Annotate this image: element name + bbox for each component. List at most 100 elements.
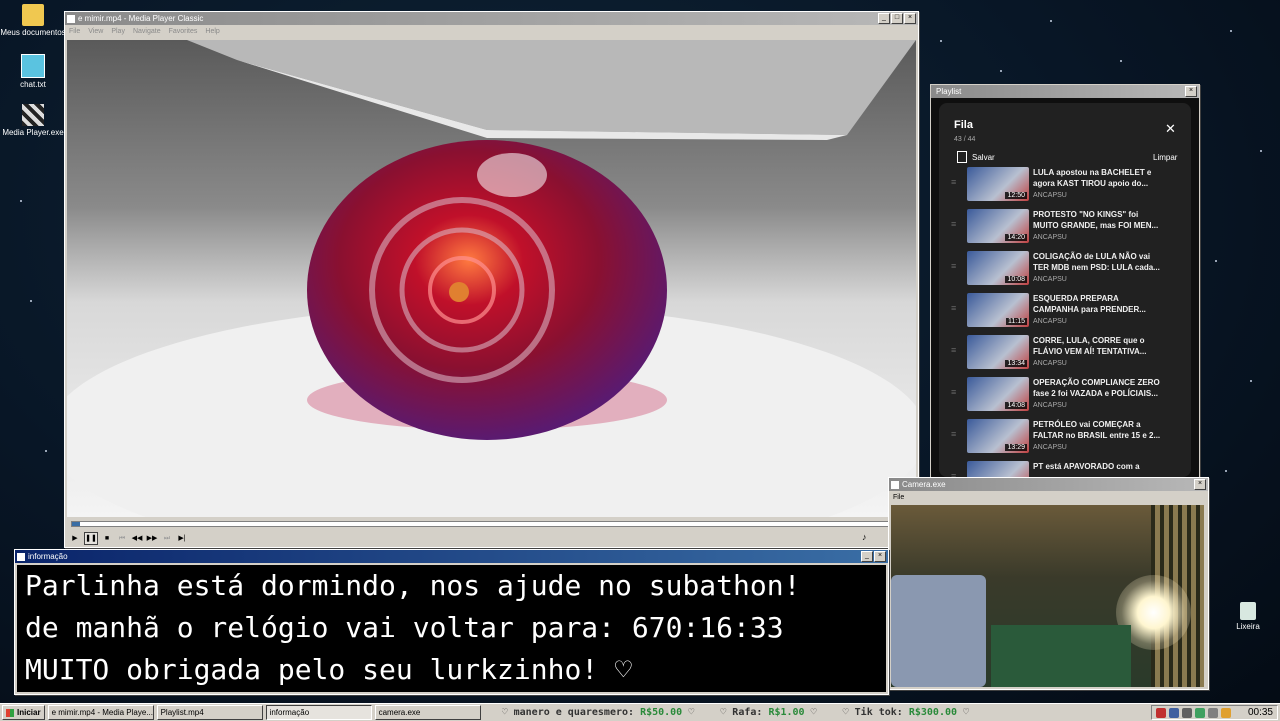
next-chapter-button[interactable]: ⏭ xyxy=(161,533,173,544)
playlist-titlebar[interactable]: Playlist × xyxy=(931,85,1199,98)
video-thumbnail: 10:08 xyxy=(967,251,1029,285)
desktop-icon-recycle-bin[interactable]: Lixeira xyxy=(1215,602,1280,631)
menu-navigate[interactable]: Navigate xyxy=(133,28,161,35)
tray-app-icon[interactable] xyxy=(1220,707,1231,718)
video-thumbnail: 14:08 xyxy=(967,377,1029,411)
volume-icon[interactable]: ♪ xyxy=(862,532,867,542)
save-button[interactable]: Salvar xyxy=(957,151,995,163)
drag-handle-icon[interactable]: ≡ xyxy=(951,429,956,439)
seek-bar[interactable] xyxy=(71,521,913,527)
drag-handle-icon[interactable]: ≡ xyxy=(951,261,956,271)
recycle-bin-icon xyxy=(1240,602,1256,620)
menu-play[interactable]: Play xyxy=(111,28,125,35)
tray-app-icon[interactable] xyxy=(1181,707,1192,718)
desktop-icon-chat[interactable]: chat.txt xyxy=(0,54,66,89)
desktop-icon-documents[interactable]: Meus documentos xyxy=(0,4,66,37)
info-content: Parlinha está dormindo, nos ajude no sub… xyxy=(17,565,886,692)
camera-window[interactable]: Camera.exe × File xyxy=(888,477,1209,690)
camera-menu-file[interactable]: File xyxy=(893,494,904,501)
taskbar: Iniciar e mimir.mp4 - Media Playe... Pla… xyxy=(0,703,1280,721)
notepad-icon xyxy=(21,54,45,78)
forward-button[interactable]: ▶▶ xyxy=(146,533,158,544)
info-line-2: de manhã o relógio vai voltar para: 670:… xyxy=(25,611,784,644)
media-player-window[interactable]: e mimir.mp4 - Media Player Classic _ □ ×… xyxy=(64,11,919,548)
drag-handle-icon[interactable]: ≡ xyxy=(951,387,956,397)
video-thumbnail: 14:20 xyxy=(967,209,1029,243)
playlist-item[interactable]: ≡ 14:08 OPERAÇÃO COMPLIANCE ZERO fase 2 … xyxy=(951,377,1181,415)
media-player-titlebar[interactable]: e mimir.mp4 - Media Player Classic _ □ × xyxy=(65,12,918,25)
task-camera[interactable]: camera.exe xyxy=(374,705,481,720)
video-thumbnail xyxy=(967,461,1029,477)
taskbar-clock[interactable]: 00:35 xyxy=(1248,707,1273,718)
video-frame[interactable] xyxy=(67,40,916,517)
info-window[interactable]: informação _ × Parlinha está dormindo, n… xyxy=(14,549,889,695)
media-player-title: e mimir.mp4 - Media Player Classic xyxy=(78,14,204,23)
camera-titlebar[interactable]: Camera.exe × xyxy=(889,478,1208,491)
desktop-icon-media-player[interactable]: Media Player.exe xyxy=(0,104,66,137)
tray-app-icon[interactable] xyxy=(1194,707,1205,718)
start-button[interactable]: Iniciar xyxy=(2,705,45,720)
menu-view[interactable]: View xyxy=(88,28,103,35)
info-app-icon xyxy=(17,552,25,561)
playlist-item[interactable]: ≡ 13:34 CORRE, LULA, CORRE que o FLÁVIO … xyxy=(951,335,1181,373)
playlist-close-icon[interactable]: ✕ xyxy=(1165,121,1176,137)
task-media-player[interactable]: e mimir.mp4 - Media Playe... xyxy=(47,705,154,720)
prev-chapter-button[interactable]: ⏮ xyxy=(116,533,128,544)
close-button[interactable]: × xyxy=(904,13,916,24)
donation-item: ♡ Tik tok: R$300.00 ♡ xyxy=(842,707,970,718)
pause-button[interactable]: ❚❚ xyxy=(84,532,98,545)
drag-handle-icon[interactable]: ≡ xyxy=(951,177,956,187)
tray-volume-icon[interactable] xyxy=(1207,707,1218,718)
info-minimize-button[interactable]: _ xyxy=(861,551,873,562)
camera-bed xyxy=(891,575,986,687)
tray-network-icon[interactable] xyxy=(1168,707,1179,718)
info-close-button[interactable]: × xyxy=(874,551,886,562)
playlist-item[interactable]: ≡ 10:08 COLIGAÇÃO de LULA NÃO vai TER MD… xyxy=(951,251,1181,289)
camera-close-button[interactable]: × xyxy=(1194,479,1206,490)
donation-ticker: ♡ manero e quaresmero: R$50.00 ♡ ♡ Rafa:… xyxy=(502,707,1151,718)
drag-handle-icon[interactable]: ≡ xyxy=(951,345,956,355)
menu-favorites[interactable]: Favorites xyxy=(169,28,198,35)
tray-app-icon[interactable] xyxy=(1155,707,1166,718)
playback-controls: ▶ ❚❚ ■ ⏮ ◀◀ ▶▶ ⏭ ▶| xyxy=(69,532,191,545)
playlist-close-button[interactable]: × xyxy=(1185,86,1197,97)
donation-item: ♡ manero e quaresmero: R$50.00 ♡ xyxy=(501,707,695,718)
menu-file[interactable]: File xyxy=(69,28,80,35)
task-playlist[interactable]: Playlist.mp4 xyxy=(156,705,263,720)
camera-feed xyxy=(891,505,1204,687)
info-line-3: MUITO obrigada pelo seu lurkzinho! ♡ xyxy=(25,653,632,686)
playlist-count: 43 / 44 xyxy=(954,136,976,143)
drag-handle-icon[interactable]: ≡ xyxy=(951,303,956,313)
seek-bar-fill xyxy=(72,522,81,526)
playlist-item[interactable]: ≡ 13:29 PETRÓLEO vai COMEÇAR a FALTAR no… xyxy=(951,419,1181,457)
system-tray: 00:35 xyxy=(1150,705,1278,720)
video-content xyxy=(67,40,916,517)
folder-icon xyxy=(22,4,44,26)
rewind-button[interactable]: ◀◀ xyxy=(131,533,143,544)
playlist-item[interactable]: ≡ 14:20 PROTESTO "NO KINGS" foi MUITO GR… xyxy=(951,209,1181,247)
clear-button[interactable]: Limpar xyxy=(1153,153,1177,162)
playlist-item[interactable]: ≡ PT está APAVORADO com a xyxy=(951,461,1181,477)
camera-menubar: File xyxy=(889,491,1208,503)
info-titlebar[interactable]: informação _ × xyxy=(15,550,888,563)
stop-button[interactable]: ■ xyxy=(101,533,113,544)
playlist-item[interactable]: ≡ 11:15 ESQUERDA PREPARA CAMPANHA para P… xyxy=(951,293,1181,331)
minimize-button[interactable]: _ xyxy=(878,13,890,24)
playlist-panel: Fila 43 / 44 ✕ Salvar Limpar ≡ 12:50 LUL… xyxy=(939,103,1191,477)
playlist-items: ≡ 12:50 LULA apostou na BACHELET e agora… xyxy=(939,165,1191,477)
playlist-window[interactable]: Playlist × Fila 43 / 44 ✕ Salvar Limpar … xyxy=(930,84,1200,478)
video-thumbnail: 13:34 xyxy=(967,335,1029,369)
video-thumbnail: 11:15 xyxy=(967,293,1029,327)
menu-help[interactable]: Help xyxy=(205,28,219,35)
media-player-app-icon xyxy=(67,14,75,23)
camera-desk xyxy=(991,625,1131,687)
drag-handle-icon[interactable]: ≡ xyxy=(951,219,956,229)
task-info[interactable]: informação xyxy=(265,705,372,720)
frame-step-button[interactable]: ▶| xyxy=(176,533,188,544)
maximize-button[interactable]: □ xyxy=(891,13,903,24)
camera-app-icon xyxy=(891,480,899,489)
playlist-item[interactable]: ≡ 12:50 LULA apostou na BACHELET e agora… xyxy=(951,167,1181,205)
windows-logo-icon xyxy=(6,708,14,717)
play-button[interactable]: ▶ xyxy=(69,533,81,544)
donation-item: ♡ Rafa: R$1.00 ♡ xyxy=(720,707,817,718)
